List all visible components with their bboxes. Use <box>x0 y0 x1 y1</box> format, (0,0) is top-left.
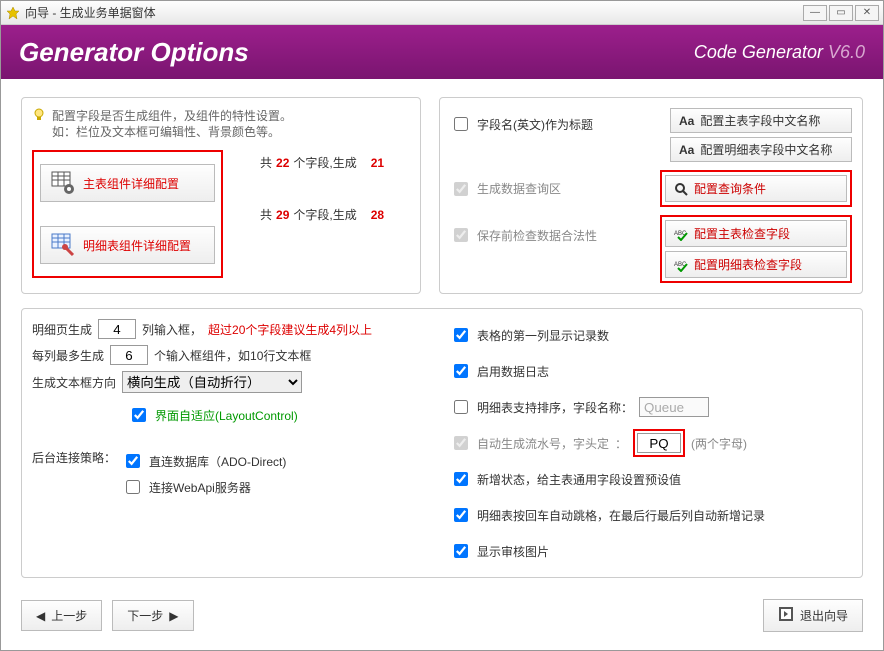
aa-icon: Aa <box>679 143 694 157</box>
arrow-right-icon: ▶ <box>169 609 178 623</box>
prev-button[interactable]: ◀ 上一步 <box>21 600 102 631</box>
minimize-button[interactable]: — <box>803 5 827 21</box>
sort-field-input <box>639 397 709 417</box>
detail-pages-input[interactable] <box>98 319 136 339</box>
detail-sort-checkbox[interactable]: 明细表支持排序，字段名称： <box>450 397 633 417</box>
enable-log-checkbox[interactable]: 启用数据日志 <box>450 361 852 381</box>
serial-prefix-input[interactable] <box>637 433 681 453</box>
detail-pages-warning: 超过20个字段建议生成4列以上 <box>208 321 372 338</box>
hint-line1: 配置字段是否生成组件，及组件的特性设置。 <box>52 108 292 124</box>
first-row-count-checkbox[interactable]: 表格的第一列显示记录数 <box>450 325 852 345</box>
detail-gen-count: 28 <box>371 208 384 222</box>
config-detail-cn-button[interactable]: Aa 配置明细表字段中文名称 <box>670 137 852 162</box>
show-audit-checkbox[interactable]: 显示审核图片 <box>450 541 852 561</box>
config-query-button[interactable]: 配置查询条件 <box>665 175 847 202</box>
config-master-check-button[interactable]: ABC 配置主表检查字段 <box>665 220 847 247</box>
abc-check-icon: ABC <box>674 258 688 272</box>
arrow-left-icon: ◀ <box>36 609 45 623</box>
next-button[interactable]: 下一步 ▶ <box>112 600 193 631</box>
config-master-cn-button[interactable]: Aa 配置主表字段中文名称 <box>670 108 852 133</box>
maxcols-input[interactable] <box>110 345 148 365</box>
detail-config-button[interactable]: 明细表组件详细配置 <box>40 226 215 264</box>
textdir-select[interactable]: 横向生成（自动折行） <box>122 371 302 393</box>
gen-query-checkbox[interactable]: 生成数据查询区 <box>450 179 561 199</box>
layout-control-checkbox[interactable]: 界面自适应(LayoutControl) <box>128 405 298 425</box>
hint-line2: 如：栏位及文本框可编辑性、背景颜色等。 <box>52 124 292 140</box>
close-button[interactable]: ✕ <box>855 5 879 21</box>
abc-check-icon: ABC <box>674 227 688 241</box>
aa-icon: Aa <box>679 114 694 128</box>
new-state-checkbox[interactable]: 新增状态，给主表通用字段设置预设值 <box>450 469 852 489</box>
window-title: 向导 - 生成业务单据窗体 <box>25 4 803 21</box>
exit-icon <box>778 606 794 625</box>
detail-pages-label: 明细页生成 <box>32 321 92 338</box>
validate-checkbox[interactable]: 保存前检查数据合法性 <box>450 225 597 245</box>
lightbulb-icon <box>32 108 46 140</box>
backend-ado-checkbox[interactable]: 直连数据库（ADO-Direct) <box>122 451 286 471</box>
grid-wrench-icon <box>51 233 75 257</box>
maximize-button[interactable]: ▭ <box>829 5 853 21</box>
master-config-button[interactable]: 主表组件详细配置 <box>40 164 215 202</box>
enter-nav-checkbox[interactable]: 明细表按回车自动跳格，在最后行最后列自动新增记录 <box>450 505 852 525</box>
page-title: Generator Options <box>19 37 694 68</box>
brand-label: Code Generator V6.0 <box>694 42 865 63</box>
maxcols-label: 每列最多生成 <box>32 347 104 364</box>
wizard-icon <box>5 5 21 21</box>
grid-gear-icon <box>51 171 75 195</box>
backend-webapi-checkbox[interactable]: 连接WebApi服务器 <box>122 477 286 497</box>
config-detail-check-button[interactable]: ABC 配置明细表检查字段 <box>665 251 847 278</box>
exit-button[interactable]: 退出向导 <box>763 599 863 632</box>
backend-label: 后台连接策略： <box>32 449 116 466</box>
textdir-label: 生成文本框方向 <box>32 374 116 391</box>
search-icon <box>674 182 688 196</box>
master-field-count: 22 <box>276 156 289 170</box>
fieldname-as-title-checkbox[interactable]: 字段名(英文)作为标题 <box>450 114 593 134</box>
detail-field-count: 29 <box>276 208 289 222</box>
auto-serial-checkbox[interactable]: 自动生成流水号，字头定 <box>450 433 609 453</box>
master-gen-count: 21 <box>371 156 384 170</box>
